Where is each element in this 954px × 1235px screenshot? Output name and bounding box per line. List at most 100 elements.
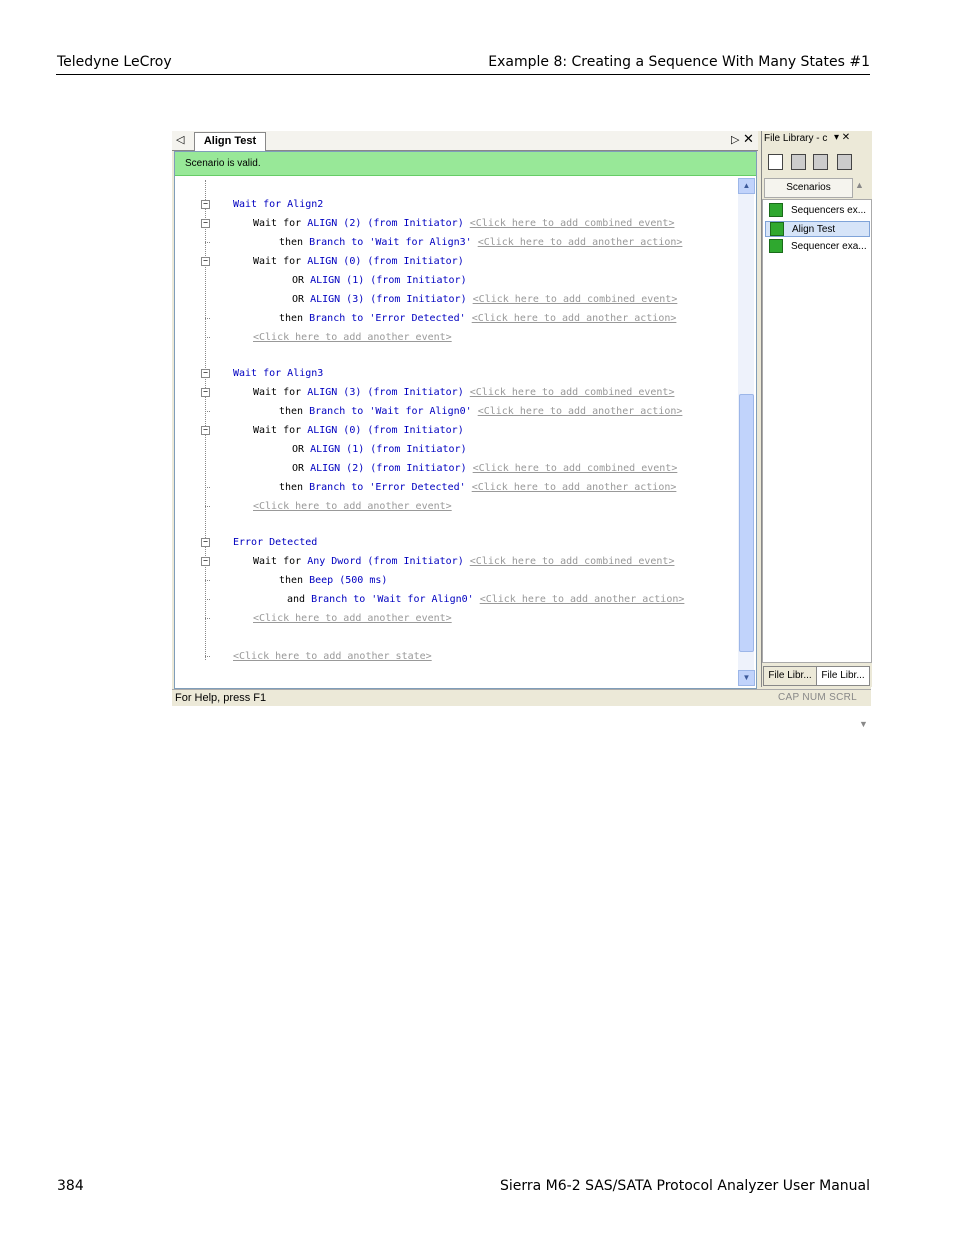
action-text[interactable]: Branch to 'Wait for Align0' [309, 406, 472, 417]
action-line: then Beep (500 ms) [279, 574, 387, 588]
close-icon[interactable]: ✕ [743, 131, 754, 147]
or-keyword: OR [292, 275, 311, 286]
state-title[interactable]: Error Detected [233, 536, 317, 550]
action-text[interactable]: Branch to 'Error Detected' [309, 482, 466, 493]
add-combined-event-link[interactable]: <Click here to add combined event> [473, 294, 678, 305]
action-text[interactable]: Branch to 'Wait for Align0' [311, 594, 474, 605]
tab-file-library-2[interactable]: File Libr... [816, 666, 870, 686]
event-keyword: Wait for [253, 387, 308, 398]
event-keyword: Wait for [253, 218, 308, 229]
action-keyword: then [279, 482, 310, 493]
add-action-link[interactable]: <Click here to add another action> [478, 237, 683, 248]
action-text[interactable]: Branch to 'Wait for Align3' [309, 237, 472, 248]
collapse-icon[interactable]: − [201, 257, 210, 266]
file-library-panel: File Library - c ▾ ✕ Scenarios ▲ Sequenc… [761, 131, 872, 729]
header-rule [56, 74, 870, 75]
event-line: Wait for ALIGN (0) (from Initiator) [253, 255, 464, 269]
event-line: Wait for ALIGN (0) (from Initiator) [253, 424, 464, 438]
panel-toolbar [762, 150, 872, 172]
action-text[interactable]: Branch to 'Error Detected' [309, 313, 466, 324]
add-action-link[interactable]: <Click here to add another action> [472, 313, 677, 324]
action-text[interactable]: Beep (500 ms) [309, 575, 387, 586]
or-line: OR ALIGN (2) (from Initiator) <Click her… [292, 462, 677, 476]
event-condition[interactable]: ALIGN (2) (from Initiator) [310, 463, 467, 474]
validity-banner: Scenario is valid. [175, 152, 756, 176]
new-file-icon[interactable] [768, 154, 783, 170]
add-combined-event-link[interactable]: <Click here to add combined event> [470, 387, 675, 398]
event-condition[interactable]: ALIGN (1) (from Initiator) [310, 444, 467, 455]
collapse-icon[interactable]: − [201, 219, 210, 228]
scenario-editor[interactable]: Scenario is valid. − Wait for Align2 − W… [174, 151, 757, 689]
tree-tick [205, 411, 210, 413]
collapse-icon[interactable]: − [201, 388, 210, 397]
action-line: then Branch to 'Wait for Align3' <Click … [279, 236, 682, 250]
event-line: Wait for Any Dword (from Initiator) <Cli… [253, 555, 674, 569]
event-condition[interactable]: ALIGN (3) (from Initiator) [307, 387, 464, 398]
page-footer-title: Sierra M6-2 SAS/SATA Protocol Analyzer U… [499, 1178, 870, 1194]
add-event-link[interactable]: <Click here to add another event> [253, 332, 452, 343]
tab-scroll-right-icon[interactable]: ▷ [731, 133, 739, 146]
tree-tick [205, 580, 210, 582]
add-state-link[interactable]: <Click here to add another state> [233, 651, 432, 662]
tree-line [205, 180, 207, 660]
add-combined-event-link[interactable]: <Click here to add combined event> [470, 218, 675, 229]
tab-scroll-left-icon[interactable]: ◁ [176, 133, 184, 146]
page-header-company: Teledyne LeCroy [57, 54, 172, 70]
save-icon[interactable] [791, 154, 806, 170]
event-condition[interactable]: ALIGN (0) (from Initiator) [307, 425, 464, 436]
list-item[interactable]: Align Test [765, 221, 870, 237]
add-combined-event-link[interactable]: <Click here to add combined event> [473, 463, 678, 474]
state-title[interactable]: Wait for Align2 [233, 198, 323, 212]
add-combined-event-link[interactable]: <Click here to add combined event> [470, 556, 675, 567]
scroll-up-icon[interactable]: ▲ [738, 178, 755, 194]
state-title[interactable]: Wait for Align3 [233, 367, 323, 381]
collapse-icon[interactable]: − [201, 369, 210, 378]
add-action-link[interactable]: <Click here to add another action> [478, 406, 683, 417]
action-keyword: then [279, 575, 310, 586]
copy-icon[interactable] [837, 154, 852, 170]
event-keyword: Wait for [253, 425, 308, 436]
list-item[interactable]: Sequencers ex... [765, 203, 870, 219]
add-event-line: <Click here to add another event> [253, 500, 452, 514]
event-condition[interactable]: ALIGN (2) (from Initiator) [307, 218, 464, 229]
sort-up-icon[interactable]: ▲ [855, 180, 864, 190]
add-event-link[interactable]: <Click here to add another event> [253, 501, 452, 512]
tree-tick [205, 318, 210, 320]
scroll-down-icon[interactable]: ▼ [738, 670, 755, 686]
panel-controls[interactable]: ▾ ✕ [834, 132, 850, 143]
vertical-scrollbar[interactable]: ▲ ▼ [738, 178, 755, 686]
event-keyword: Wait for [253, 556, 308, 567]
scrollbar-thumb[interactable] [739, 394, 754, 652]
add-action-link[interactable]: <Click here to add another action> [472, 482, 677, 493]
scenario-file-icon [769, 203, 783, 218]
status-help-text: For Help, press F1 [175, 692, 267, 704]
action-keyword: then [279, 406, 310, 417]
tab-align-test[interactable]: Align Test [194, 132, 266, 151]
event-condition[interactable]: Any Dword (from Initiator) [307, 556, 464, 567]
panel-title: File Library - c [764, 133, 828, 144]
add-event-link[interactable]: <Click here to add another event> [253, 613, 452, 624]
collapse-icon[interactable]: − [201, 557, 210, 566]
event-condition[interactable]: ALIGN (0) (from Initiator) [307, 256, 464, 267]
save-all-icon[interactable] [813, 154, 828, 170]
collapse-icon[interactable]: − [201, 426, 210, 435]
event-condition[interactable]: ALIGN (3) (from Initiator) [310, 294, 467, 305]
list-item[interactable]: Sequencer exa... [765, 239, 870, 255]
event-condition[interactable]: ALIGN (1) (from Initiator) [310, 275, 467, 286]
code-view: − Wait for Align2 − Wait for ALIGN (2) (… [175, 178, 737, 686]
status-indicators: CAP NUM SCRL [778, 692, 857, 703]
collapse-icon[interactable]: − [201, 200, 210, 209]
scroll-down-icon[interactable]: ▼ [859, 719, 868, 729]
tab-scenarios[interactable]: Scenarios [764, 178, 853, 198]
action-line: then Branch to 'Error Detected' <Click h… [279, 481, 676, 495]
collapse-icon[interactable]: − [201, 538, 210, 547]
or-line: OR ALIGN (1) (from Initiator) [292, 443, 467, 457]
scenario-list: Sequencers ex... Align Test Sequencer ex… [762, 199, 872, 729]
add-event-line: <Click here to add another event> [253, 612, 452, 626]
list-item-label: Align Test [792, 224, 836, 235]
action-keyword: then [279, 237, 310, 248]
list-item-label: Sequencers ex... [791, 205, 867, 216]
or-keyword: OR [292, 444, 311, 455]
tab-file-library-1[interactable]: File Libr... [763, 666, 817, 686]
add-action-link[interactable]: <Click here to add another action> [480, 594, 685, 605]
